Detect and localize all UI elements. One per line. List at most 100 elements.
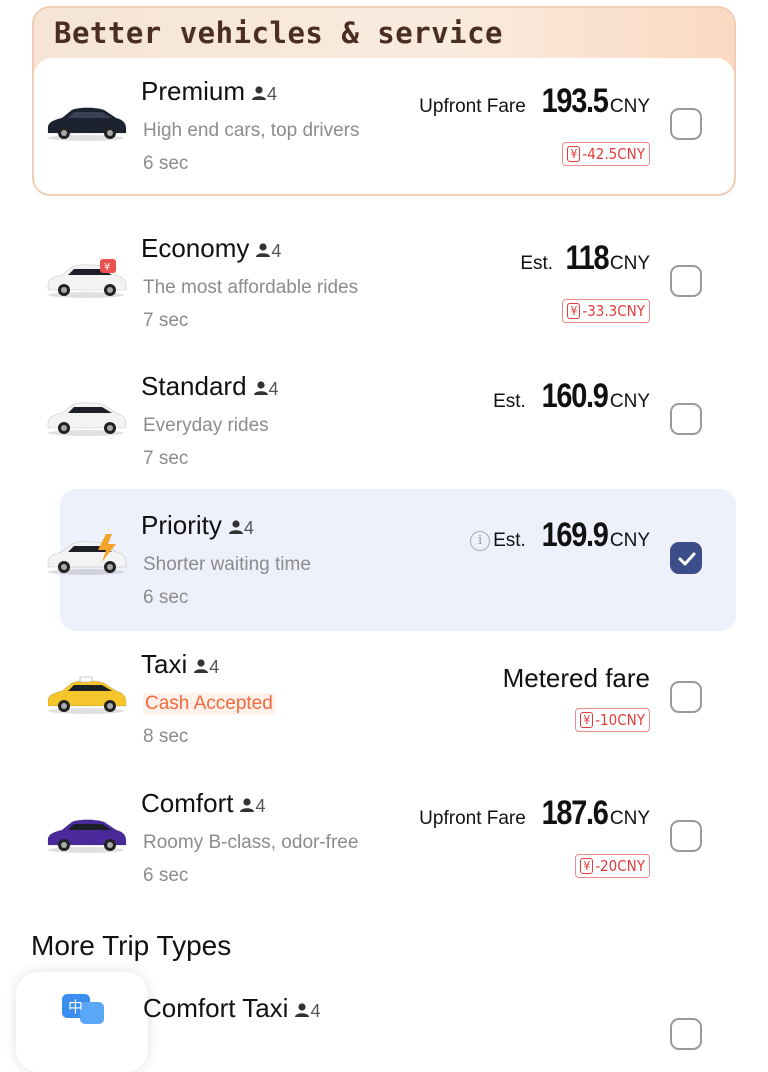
ride-description: Roomy B-class, odor-free	[143, 832, 359, 853]
ride-name: Standard 4	[141, 371, 279, 402]
checkmark-icon	[678, 552, 696, 566]
price-prefix: Upfront Fare	[419, 808, 526, 829]
ride-option-standard[interactable]: Standard 4 Everyday rides 7 sec Est. 160.…	[0, 355, 768, 487]
ride-eta: 8 sec	[143, 726, 189, 747]
price-currency: CNY	[609, 808, 650, 829]
person-icon	[256, 243, 271, 257]
discount-badge: ¥ -33.3CNY	[562, 299, 650, 323]
price-amount: 187.6	[541, 794, 609, 832]
ride-name: Economy 4	[141, 233, 281, 264]
discount-value: -20CNY	[595, 857, 645, 875]
ride-name: Premium 4	[141, 76, 277, 107]
discount-badge: ¥ -20CNY	[575, 854, 650, 878]
ride-option-comfort[interactable]: Comfort 4 Roomy B-class, odor-free 6 sec …	[0, 772, 768, 904]
price-currency: CNY	[609, 391, 650, 412]
seat-count-value: 4	[268, 379, 279, 399]
translate-icon-text: 中	[68, 998, 83, 1016]
ride-name-label: Premium	[141, 76, 246, 106]
ride-name-label: Comfort	[141, 788, 234, 818]
ride-option-economy[interactable]: ¥ Economy 4 The most affordable rides 7 s…	[0, 217, 768, 349]
checkbox-premium[interactable]	[670, 108, 702, 140]
price-amount: 118	[565, 239, 609, 277]
yen-icon: ¥	[580, 858, 594, 874]
price: Upfront Fare 193.5 CNY	[419, 82, 650, 121]
yen-icon: ¥	[580, 712, 594, 728]
car-icon	[47, 107, 127, 141]
car-icon	[47, 819, 127, 853]
ride-name: Taxi 4	[141, 649, 219, 680]
ride-name: Priority 4	[141, 510, 254, 541]
car-icon	[47, 676, 127, 714]
person-icon	[240, 798, 255, 812]
translate-icon: 中	[62, 994, 104, 1024]
ride-name: Comfort 4	[141, 788, 265, 819]
ride-eta: 7 sec	[143, 448, 189, 469]
price-currency: CNY	[609, 530, 650, 551]
car-icon: ¥	[47, 259, 127, 298]
ride-name-label: Comfort Taxi	[143, 993, 289, 1023]
price-prefix: Est.	[520, 253, 554, 274]
ride-eta: 7 sec	[143, 310, 189, 331]
checkbox-comfort[interactable]	[670, 820, 702, 852]
price-prefix: Est.	[493, 391, 526, 412]
checkbox-economy[interactable]	[670, 265, 702, 297]
ride-description: High end cars, top drivers	[143, 120, 360, 141]
ride-option-premium[interactable]: Premium 4 High end cars, top drivers 6 se…	[0, 60, 768, 192]
svg-text:¥: ¥	[104, 262, 110, 273]
seat-count-value: 4	[267, 84, 278, 104]
taxi-sign-icon	[79, 676, 93, 683]
ride-eta: 6 sec	[143, 153, 189, 174]
price-currency: CNY	[609, 96, 650, 117]
featured-title: Better vehicles & service	[54, 16, 503, 50]
ride-eta: 6 sec	[143, 587, 189, 608]
car-icon	[47, 402, 127, 436]
discount-badge: ¥ -10CNY	[575, 708, 650, 732]
person-icon	[295, 1003, 310, 1017]
car-icon	[47, 534, 127, 575]
person-icon	[194, 659, 209, 673]
price-prefix: Est.	[493, 530, 526, 551]
discount-badge: ¥ -42.5CNY	[562, 142, 650, 166]
seat-count: 4	[253, 379, 279, 399]
discount-value: -10CNY	[595, 711, 645, 729]
yen-icon: ¥	[567, 146, 581, 162]
ride-description: Shorter waiting time	[143, 554, 311, 575]
info-icon[interactable]: i	[470, 531, 491, 551]
checkbox-taxi[interactable]	[670, 681, 702, 713]
person-icon	[228, 520, 243, 534]
price-metered: Metered fare	[502, 663, 650, 693]
person-icon	[253, 381, 268, 395]
price: i Est. 169.9 CNY	[470, 516, 650, 555]
ride-eta: 6 sec	[143, 865, 189, 886]
seat-count-value: 4	[243, 518, 254, 538]
price-amount: 169.9	[541, 516, 609, 554]
ride-option-taxi[interactable]: Taxi 4 Cash Accepted 8 sec Metered fare ¥…	[0, 633, 768, 765]
seat-count-value: 4	[271, 241, 282, 261]
discount-value: -33.3CNY	[582, 302, 645, 320]
ride-name-comfort-taxi[interactable]: Comfort Taxi 4	[143, 993, 320, 1024]
price-amount: 193.5	[541, 82, 609, 120]
price-currency: CNY	[609, 253, 650, 274]
price-prefix: Upfront Fare	[419, 96, 526, 117]
ride-name-label: Standard	[141, 371, 247, 401]
seat-count: 4	[239, 796, 265, 816]
seat-count-value: 4	[255, 796, 266, 816]
ride-name-label: Taxi	[141, 649, 188, 679]
seat-count: 4	[228, 518, 254, 538]
person-icon	[252, 86, 267, 100]
seat-count: 4	[193, 657, 219, 677]
price: Upfront Fare 187.6 CNY	[419, 794, 650, 833]
ride-description: The most affordable rides	[143, 277, 359, 298]
price: Est. 118 CNY	[520, 239, 650, 278]
ride-description: Cash Accepted	[143, 693, 275, 715]
ride-name-label: Priority	[141, 510, 222, 540]
checkbox-comfort-taxi[interactable]	[670, 1018, 702, 1050]
checkbox-priority[interactable]	[670, 542, 702, 574]
seat-count-value: 4	[209, 657, 220, 677]
discount-value: -42.5CNY	[582, 145, 645, 163]
checkbox-standard[interactable]	[670, 403, 702, 435]
ride-option-priority[interactable]: Priority 4 Shorter waiting time 6 sec i Es…	[0, 489, 768, 631]
yen-icon: ¥	[567, 303, 581, 319]
ride-description: Everyday rides	[143, 415, 269, 436]
price: Est. 160.9 CNY	[493, 377, 650, 416]
